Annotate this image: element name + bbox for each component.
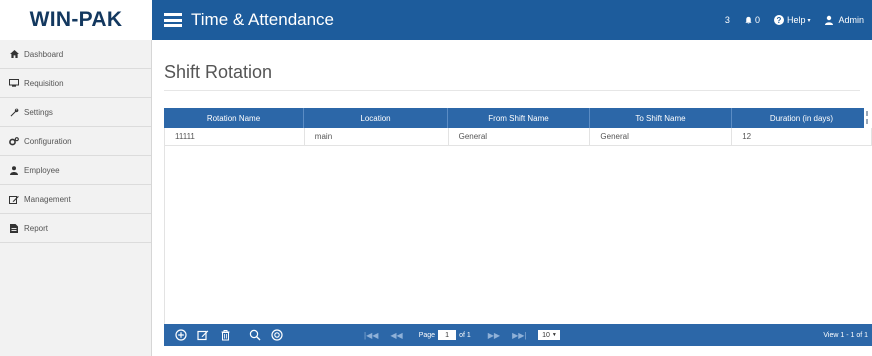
search-icon (249, 329, 261, 341)
sidebar-item-configuration[interactable]: Configuration (0, 127, 151, 156)
next-page-icon[interactable]: ▶▶ (488, 331, 500, 340)
count-value: 3 (724, 15, 730, 25)
cell-duration: 12 (732, 128, 872, 145)
sidebar: Dashboard Requisition Settings Configura… (0, 40, 152, 356)
user-icon (8, 165, 20, 175)
app-title: Time & Attendance (191, 10, 335, 29)
column-header-location[interactable]: Location (304, 108, 448, 128)
sidebar-item-report[interactable]: Report (0, 214, 151, 243)
page-total-label: of 1 (459, 331, 471, 339)
wrench-icon (8, 108, 20, 117)
prev-page-icon[interactable]: ◀◀ (390, 331, 402, 340)
sidebar-item-label: Requisition (24, 78, 64, 88)
column-header-to-shift-name[interactable]: To Shift Name (590, 108, 732, 128)
user-menu[interactable]: Admin (824, 15, 864, 25)
edit-icon (8, 195, 20, 204)
grid-header: Rotation Name Location From Shift Name T… (164, 108, 872, 128)
search-button[interactable] (246, 326, 264, 344)
cell-rotation-name: 11111 (165, 128, 305, 145)
column-header-duration[interactable]: Duration (in days) (732, 108, 872, 128)
first-page-icon[interactable]: |◀◀ (364, 331, 378, 340)
sidebar-item-label: Configuration (24, 136, 72, 146)
grid-pager: |◀◀ ◀◀ Page of 1 ▶▶ ▶▶| 10 ▼ View 1 - 1 … (164, 324, 872, 346)
top-right-menu: 3 0 ? Help ▾ Admin (711, 0, 864, 40)
help-label: Help (786, 15, 806, 25)
report-icon (8, 223, 20, 233)
sidebar-item-label: Settings (24, 107, 53, 117)
refresh-button[interactable] (268, 326, 286, 344)
home-icon (8, 50, 20, 58)
sidebar-item-label: Management (24, 194, 71, 204)
user-icon (825, 15, 834, 25)
title-divider (164, 90, 860, 91)
cell-from-shift-name: General (449, 128, 591, 145)
add-button[interactable] (172, 326, 190, 344)
brand-logo[interactable]: WIN-PAK (0, 0, 152, 40)
sidebar-item-management[interactable]: Management (0, 185, 151, 214)
notification-count: 0 (754, 15, 760, 25)
cogs-icon (8, 136, 20, 146)
trash-icon (221, 330, 229, 341)
sidebar-item-settings[interactable]: Settings (0, 98, 151, 127)
sidebar-item-employee[interactable]: Employee (0, 156, 151, 185)
page-number-input[interactable] (438, 330, 457, 340)
shift-rotation-grid: Rotation Name Location From Shift Name T… (164, 108, 872, 346)
add-circle-icon (175, 329, 187, 341)
monitor-icon (8, 79, 20, 87)
page-label: Page (418, 331, 436, 339)
user-label: Admin (838, 15, 864, 25)
page-title: Shift Rotation (164, 62, 273, 82)
sidebar-item-label: Dashboard (24, 49, 64, 59)
sidebar-item-requisition[interactable]: Requisition (0, 69, 151, 98)
refresh-icon (271, 329, 283, 341)
edit-icon (197, 330, 209, 341)
edit-button[interactable] (194, 326, 212, 344)
notifications-button[interactable]: 0 (744, 15, 760, 25)
cell-location: main (305, 128, 449, 145)
question-icon: ? (773, 15, 784, 25)
bell-icon (745, 16, 752, 24)
menu-toggle-icon[interactable] (164, 13, 182, 27)
rows-per-page-select[interactable]: 10 ▼ (538, 330, 561, 340)
sidebar-item-label: Report (24, 223, 49, 233)
column-header-rotation-name[interactable]: Rotation Name (164, 108, 304, 128)
count-badge[interactable]: 3 (725, 15, 730, 25)
last-page-icon[interactable]: ▶▶| (512, 331, 526, 340)
sidebar-item-dashboard[interactable]: Dashboard (0, 40, 151, 69)
sidebar-item-label: Employee (24, 165, 60, 175)
grid-body: 11111 main General General 12 (164, 128, 872, 324)
chevron-down-icon: ▼ (551, 332, 557, 338)
column-resize-handle[interactable] (864, 108, 872, 128)
column-header-from-shift-name[interactable]: From Shift Name (448, 108, 590, 128)
view-records-text: View 1 - 1 of 1 (823, 331, 868, 339)
top-navbar: WIN-PAK Time & Attendance 3 0 ? Help ▾ A… (0, 0, 872, 40)
help-menu[interactable]: ? Help ▾ (773, 15, 811, 25)
caret-down-icon: ▾ (807, 17, 811, 24)
rows-per-page-value: 10 (542, 331, 550, 339)
table-row[interactable]: 11111 main General General 12 (165, 128, 872, 146)
cell-to-shift-name: General (590, 128, 733, 145)
delete-button[interactable] (216, 326, 234, 344)
